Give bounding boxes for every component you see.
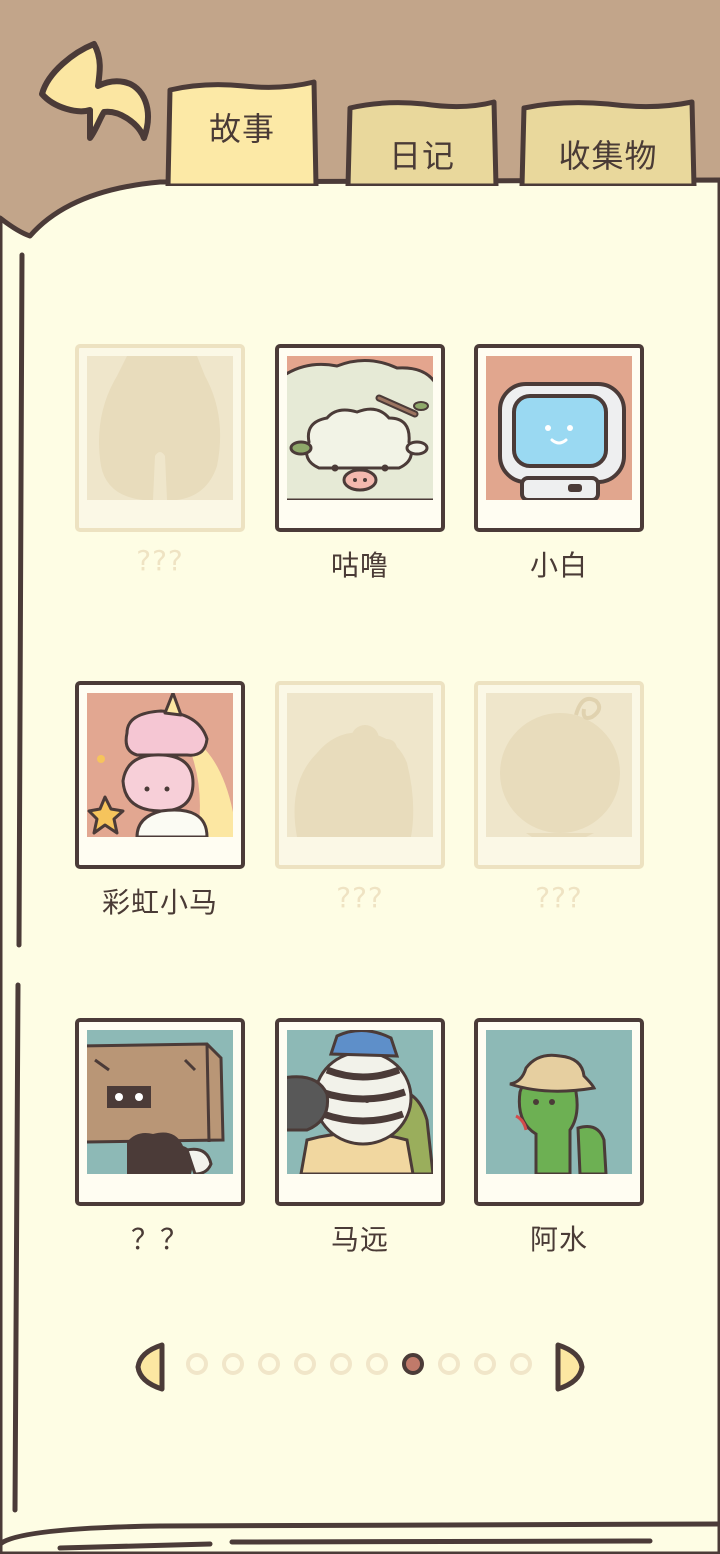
portrait-rainbow-pony (87, 693, 233, 837)
character-card-rainbow-pony[interactable]: 彩虹小马 (75, 681, 245, 921)
portrait-box (87, 1030, 233, 1174)
character-card-box[interactable]: ？？ (75, 1018, 245, 1258)
character-card-xiaobai[interactable]: 小白 (474, 344, 644, 584)
character-name: 马远 (330, 1223, 389, 1256)
character-card-locked[interactable]: ??? (75, 344, 245, 584)
page-dot[interactable] (186, 1353, 208, 1375)
page-dot[interactable] (474, 1353, 496, 1375)
previous-page-button[interactable] (134, 1342, 168, 1392)
pagination (130, 1338, 590, 1394)
character-name: 小白 (529, 549, 588, 582)
character-name: 咕噜 (330, 549, 389, 582)
character-name: ??? (136, 544, 184, 577)
portrait-xiaobai (486, 356, 632, 500)
character-name: ??? (535, 881, 583, 914)
chevron-left-icon (135, 1342, 165, 1392)
character-card-ashui[interactable]: 阿水 (474, 1018, 644, 1258)
locked-silhouette (486, 693, 632, 837)
page-dot[interactable] (258, 1353, 280, 1375)
character-name: ??? (336, 881, 384, 914)
page-dot-active[interactable] (402, 1353, 424, 1375)
character-card-locked[interactable]: ??? (474, 681, 644, 921)
character-grid: ??? 咕噜 小白 彩虹小马 ??? ??? ？？ 马远 阿水 (0, 0, 720, 1554)
tab-collection-label: 收集物 (558, 137, 658, 175)
portrait-gulu (287, 356, 433, 500)
character-name: 阿水 (529, 1223, 588, 1256)
locked-silhouette (287, 693, 433, 837)
character-card-gulu[interactable]: 咕噜 (275, 344, 445, 584)
page-dot[interactable] (438, 1353, 460, 1375)
character-name: 彩虹小马 (101, 886, 218, 919)
tab-story-label: 故事 (208, 110, 275, 148)
portrait-mayuan (287, 1030, 433, 1174)
portrait-ashui (486, 1030, 632, 1174)
tab-diary-label: 日记 (388, 137, 455, 175)
page-dot[interactable] (330, 1353, 352, 1375)
page-dot[interactable] (366, 1353, 388, 1375)
character-name: ？？ (130, 1223, 189, 1256)
next-page-button[interactable] (552, 1342, 586, 1392)
chevron-right-icon (555, 1342, 585, 1392)
locked-silhouette (87, 356, 233, 500)
character-card-mayuan[interactable]: 马远 (275, 1018, 445, 1258)
page-dot[interactable] (294, 1353, 316, 1375)
page-dot[interactable] (222, 1353, 244, 1375)
page-dot[interactable] (510, 1353, 532, 1375)
character-card-locked[interactable]: ??? (275, 681, 445, 921)
